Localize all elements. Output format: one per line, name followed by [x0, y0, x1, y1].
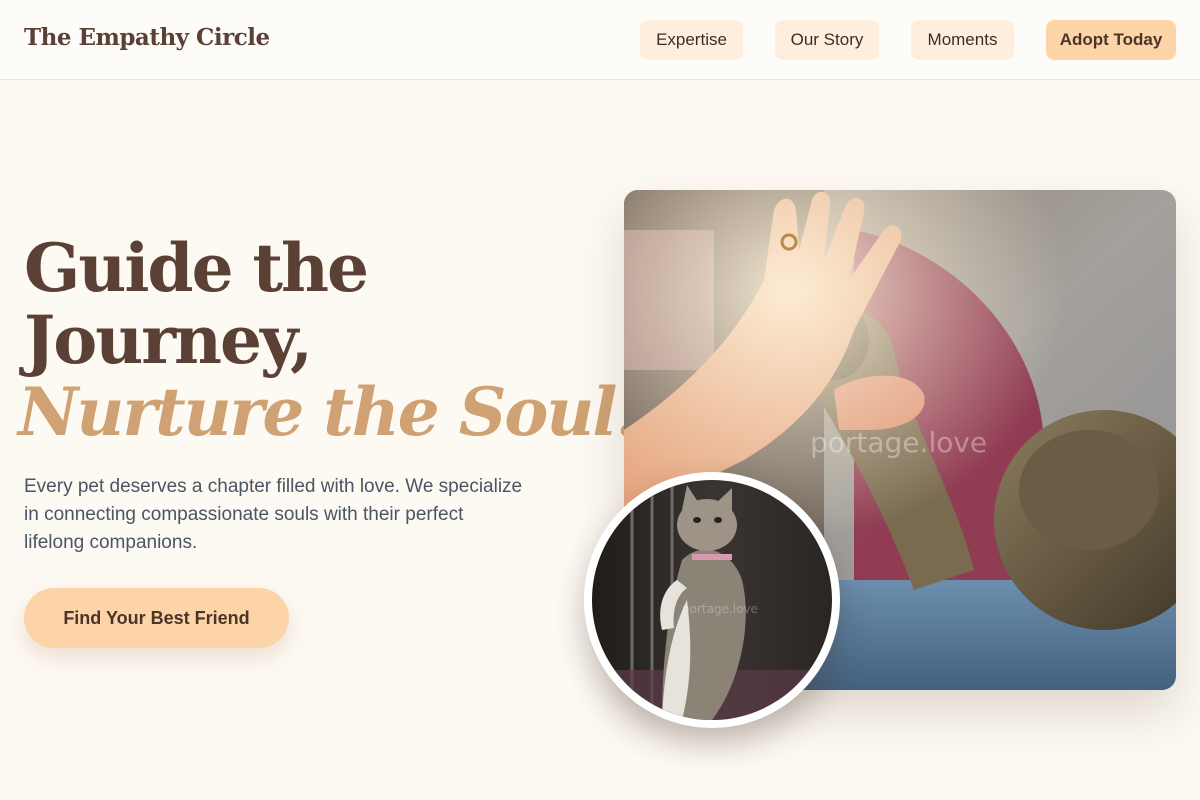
kitten-photo-watermark: portage.love [682, 602, 758, 616]
find-best-friend-button[interactable]: Find Your Best Friend [24, 588, 289, 648]
nav-our-story-button[interactable]: Our Story [775, 20, 879, 60]
headline-line-2: Journey, [24, 301, 313, 379]
adopt-today-button[interactable]: Adopt Today [1046, 20, 1176, 60]
hero-description: Every pet deserves a chapter filled with… [24, 476, 523, 553]
site-header: The Empathy Circle Expertise Our Story M… [0, 0, 1200, 80]
headline-accent: Nurture the Soul. [18, 373, 638, 451]
headline-line-1: Guide the [24, 229, 369, 307]
nav-expertise-button[interactable]: Expertise [640, 20, 743, 60]
nav-moments-button[interactable]: Moments [911, 20, 1014, 60]
photo-watermark: portage.love [810, 426, 988, 459]
hero-headline: Guide the Journey, Nurture the Soul. [18, 229, 638, 448]
kitten-photo-circle: portage.love [584, 472, 840, 728]
brand-logo[interactable]: The Empathy Circle [24, 24, 270, 51]
kitten-photo: portage.love [592, 480, 832, 720]
